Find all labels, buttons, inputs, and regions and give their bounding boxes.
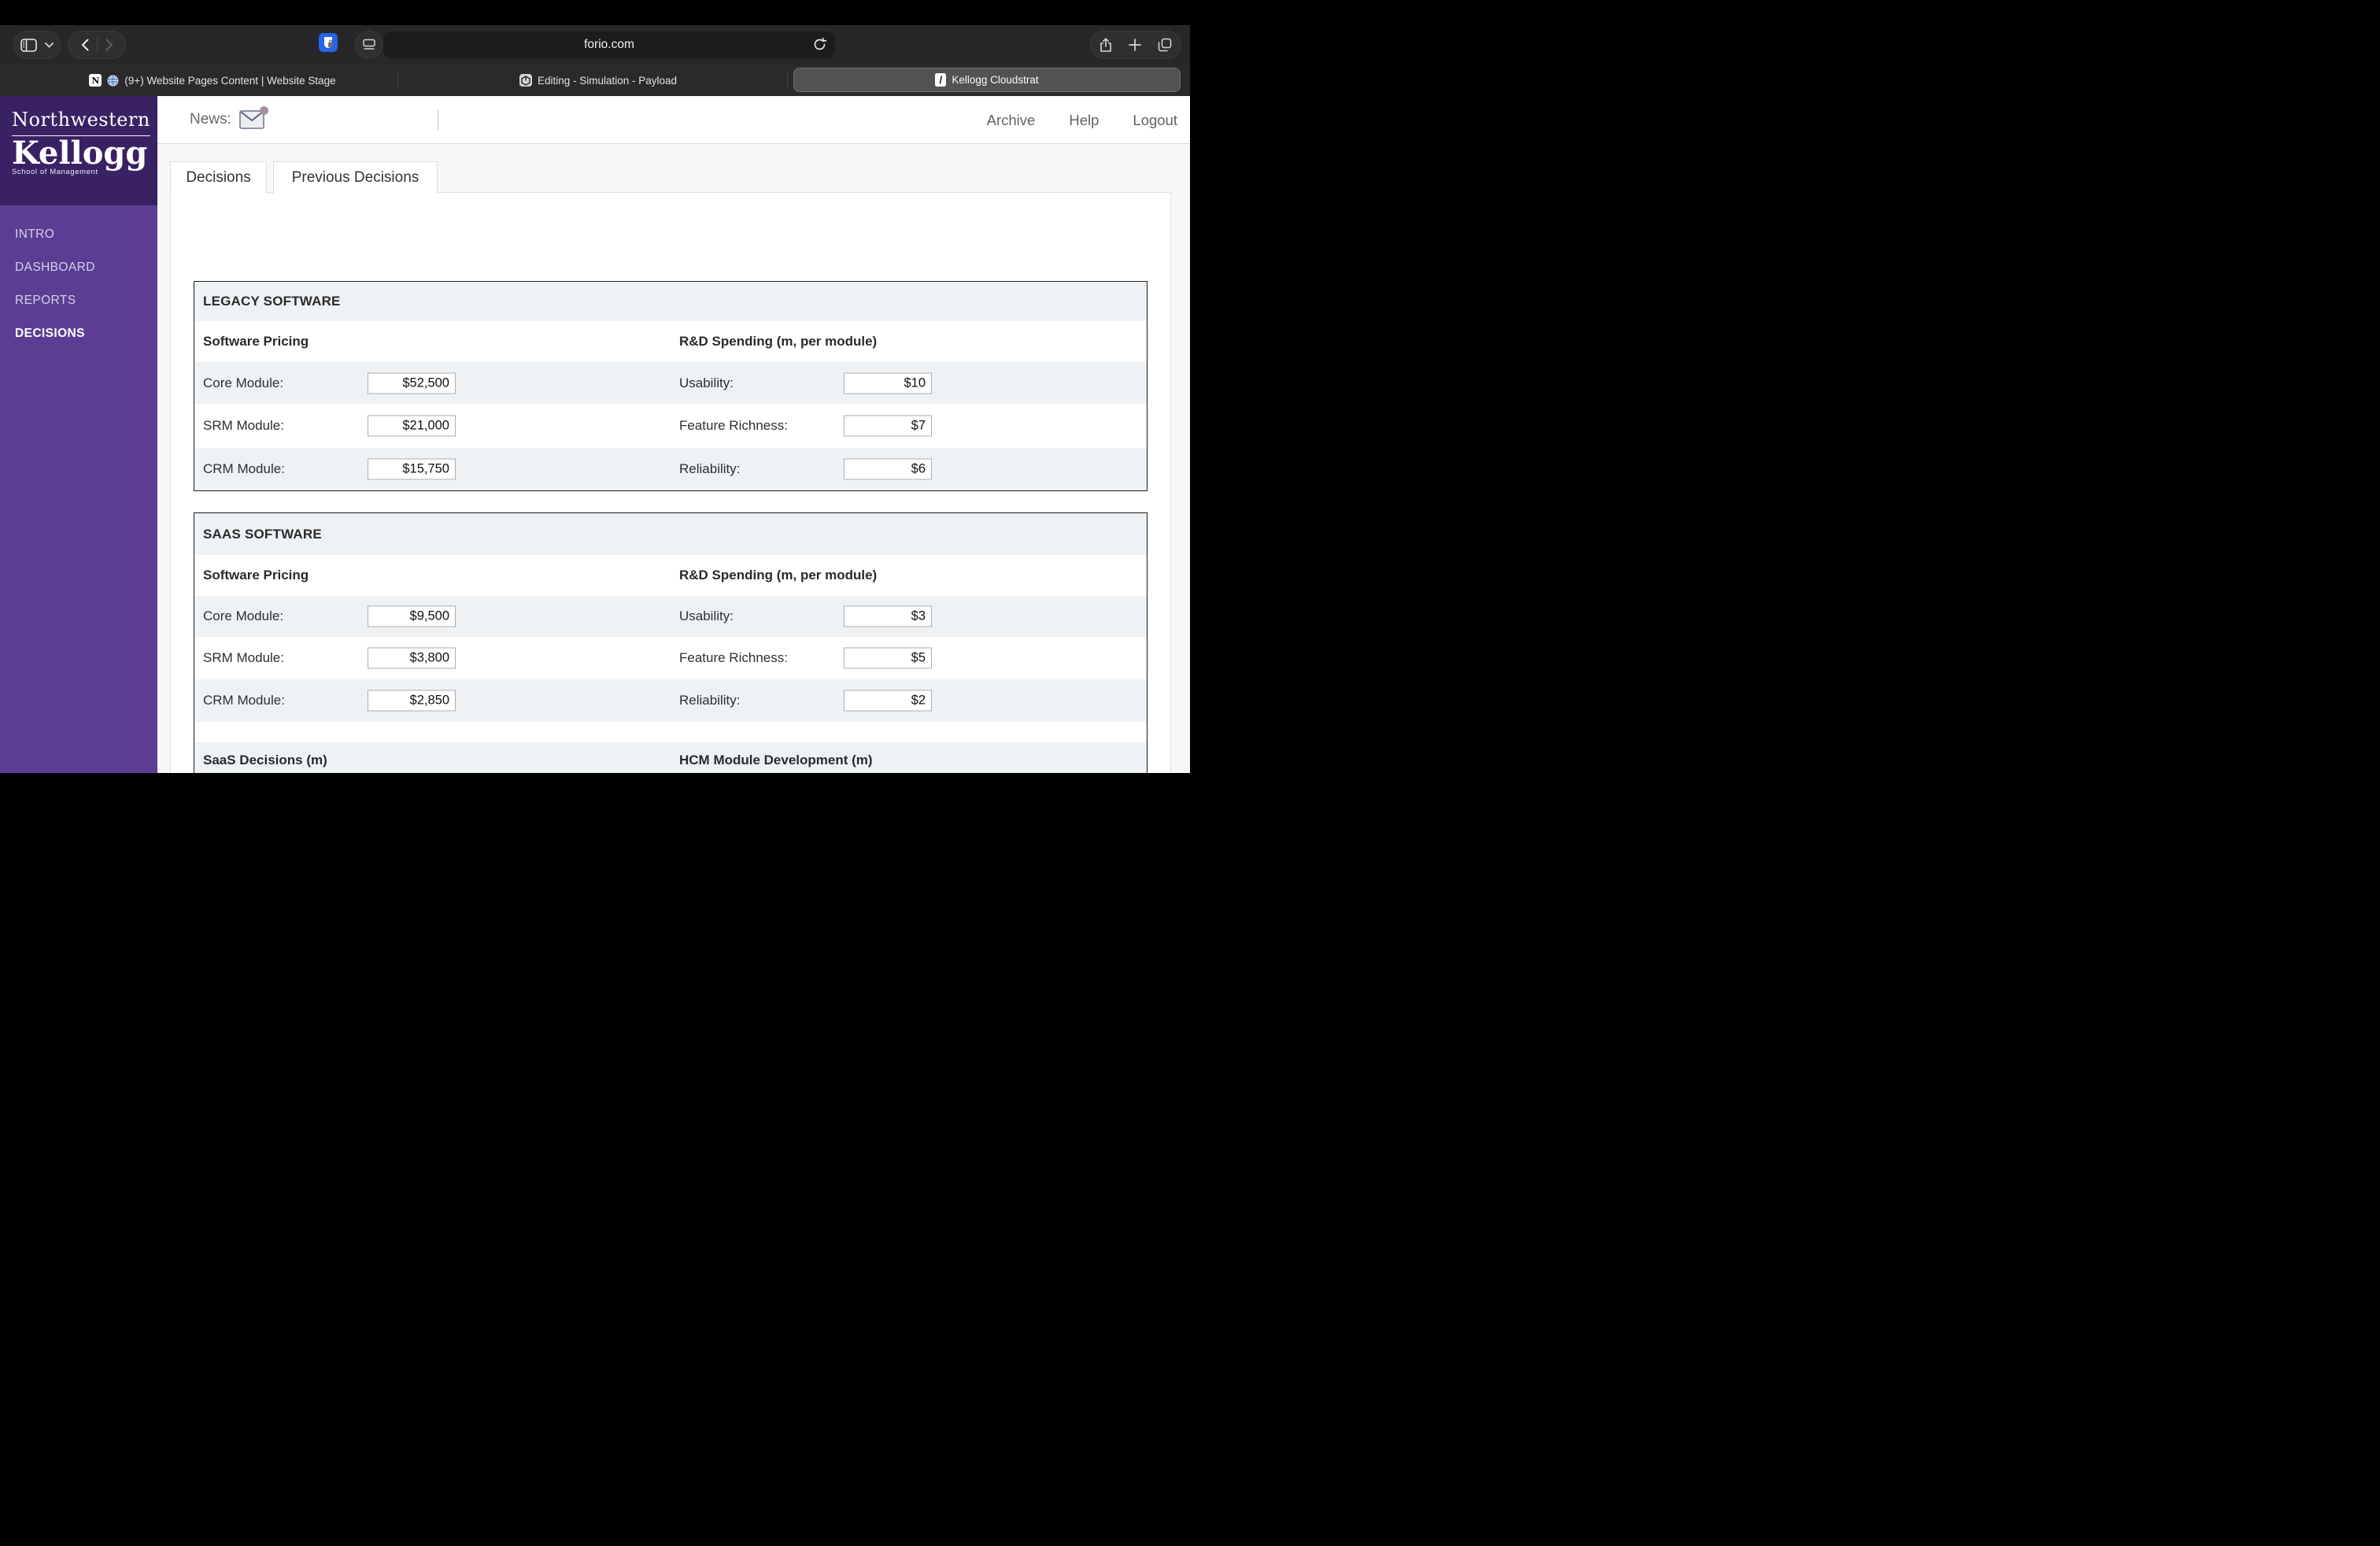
sidebar-item-dashboard[interactable]: DASHBOARD: [0, 251, 157, 284]
reader-mode-button[interactable]: [355, 31, 383, 59]
saas-decisions-header: SaaS Decisions (m): [203, 753, 327, 767]
hexagon-favicon: [519, 74, 532, 87]
legacy-feature-richness-input[interactable]: [844, 415, 932, 437]
sidebar-item-decisions[interactable]: DECISIONS: [0, 317, 157, 350]
legacy-reliability-input[interactable]: [844, 458, 932, 480]
nav-buttons: [68, 31, 126, 59]
panel-title-row: SAAS SOFTWARE: [194, 513, 1147, 555]
row-label: Feature Richness:: [679, 418, 788, 433]
panel-title-row: LEGACY SOFTWARE: [194, 282, 1147, 321]
saas-srm-price-input[interactable]: [368, 647, 456, 669]
row-label: Usability:: [679, 608, 734, 623]
news-unread-badge: [259, 106, 268, 115]
app-header: News: Archive Help Logout: [157, 96, 1190, 144]
browser-tab-1-title: (9+) Website Pages Content | Website Sta…: [124, 74, 336, 87]
news-mail-button[interactable]: [238, 106, 268, 129]
column-header-row: Software Pricing R&D Spending (m, per mo…: [194, 321, 1147, 362]
table-row: CRM Module: Reliability:: [194, 448, 1147, 490]
rd-spending-header: R&D Spending (m, per module): [679, 568, 878, 583]
table-row: SRM Module: Feature Richness:: [194, 404, 1147, 448]
globe-favicon: [107, 75, 119, 87]
password-extension-icon[interactable]: [319, 33, 338, 52]
saas-crm-price-input[interactable]: [368, 690, 456, 712]
news-widget: News:: [190, 106, 268, 129]
legacy-software-panel: LEGACY SOFTWARE Software Pricing R&D Spe…: [194, 281, 1148, 491]
tab-separator: [397, 73, 398, 87]
sidebar-item-intro[interactable]: INTRO: [0, 218, 157, 251]
legacy-panel-title: LEGACY SOFTWARE: [203, 294, 341, 309]
help-link[interactable]: Help: [1069, 112, 1099, 129]
toolbar-right-buttons: [1090, 31, 1181, 59]
software-pricing-header: Software Pricing: [203, 334, 309, 349]
hcm-module-header: HCM Module Development (m): [679, 753, 873, 767]
row-label: Usability:: [679, 375, 734, 390]
new-tab-icon[interactable]: [1129, 39, 1141, 51]
table-row: Core Module: Usability:: [194, 596, 1147, 637]
share-icon[interactable]: [1099, 37, 1112, 53]
logout-link[interactable]: Logout: [1133, 112, 1177, 129]
browser-tab-2[interactable]: Editing - Simulation - Payload: [437, 65, 759, 96]
saas-usability-input[interactable]: [844, 605, 932, 627]
back-button[interactable]: [73, 39, 97, 51]
news-label: News:: [190, 111, 231, 128]
browser-tab-bar: N (9+) Website Pages Content | Website S…: [0, 65, 1190, 96]
legacy-core-price-input[interactable]: [368, 372, 456, 394]
saas-core-price-input[interactable]: [368, 605, 456, 627]
sidebar-toggle-button[interactable]: [13, 31, 61, 59]
legacy-usability-input[interactable]: [844, 372, 932, 394]
forio-favicon: /: [935, 73, 947, 87]
tab-previous-decisions[interactable]: Previous Decisions: [273, 161, 438, 194]
spacer-row: [194, 722, 1147, 742]
address-bar[interactable]: forio.com: [383, 31, 835, 58]
browser-toolbar: forio.com: [0, 25, 1190, 65]
reload-icon[interactable]: [812, 37, 827, 52]
chevron-down-icon: [45, 42, 54, 48]
column-header-row: SaaS Decisions (m) HCM Module Developmen…: [194, 742, 1147, 773]
saas-panel-title: SAAS SOFTWARE: [203, 526, 322, 542]
row-label: Feature Richness:: [679, 650, 788, 665]
row-label: Reliability:: [679, 461, 741, 476]
legacy-srm-price-input[interactable]: [368, 415, 456, 437]
safari-window: forio.com N (9+) Website Pages Content |…: [0, 0, 1190, 773]
table-row: SRM Module: Feature Richness:: [194, 637, 1147, 679]
row-label: SRM Module:: [203, 418, 284, 433]
legacy-crm-price-input[interactable]: [368, 458, 456, 480]
saas-feature-richness-input[interactable]: [844, 647, 932, 669]
archive-link[interactable]: Archive: [987, 112, 1036, 129]
browser-tab-1[interactable]: N (9+) Website Pages Content | Website S…: [47, 65, 378, 96]
kellogg-logo: Northwestern Kellogg School of Managemen…: [0, 96, 157, 205]
rd-spending-header: R&D Spending (m, per module): [679, 334, 878, 349]
forward-button[interactable]: [98, 39, 121, 51]
software-pricing-header: Software Pricing: [203, 568, 309, 583]
notion-favicon: N: [89, 74, 102, 87]
window-top-strip: [0, 0, 1190, 25]
row-label: CRM Module:: [203, 461, 285, 476]
sidebar-item-reports[interactable]: REPORTS: [0, 284, 157, 317]
row-label: Reliability:: [679, 693, 741, 708]
tab-separator: [787, 73, 788, 87]
tab-overview-icon[interactable]: [1158, 38, 1172, 52]
logo-northwestern: Northwestern: [12, 109, 150, 136]
logo-kellogg-wordmark: Kellogg: [12, 135, 148, 172]
row-label: CRM Module:: [203, 693, 285, 708]
row-label: Core Module:: [203, 375, 284, 390]
header-links: Archive Help Logout: [987, 96, 1177, 144]
sidebar-nav: INTRO DASHBOARD REPORTS DECISIONS: [0, 218, 157, 350]
browser-tab-2-title: Editing - Simulation - Payload: [537, 74, 678, 87]
tab-decisions[interactable]: Decisions: [170, 161, 267, 194]
row-label: SRM Module:: [203, 650, 284, 665]
row-label: Core Module:: [203, 608, 284, 623]
app-sidebar: Northwestern Kellogg School of Managemen…: [0, 96, 157, 773]
url-text: forio.com: [584, 38, 634, 51]
table-row: CRM Module: Reliability:: [194, 679, 1147, 722]
table-row: Core Module: Usability:: [194, 362, 1147, 404]
saas-reliability-input[interactable]: [844, 690, 932, 712]
sidebar-toggle-icon: [20, 38, 37, 52]
column-header-row: Software Pricing R&D Spending (m, per mo…: [194, 555, 1147, 596]
browser-tab-active[interactable]: / Kellogg Cloudstrat: [793, 68, 1181, 92]
saas-software-panel: SAAS SOFTWARE Software Pricing R&D Spend…: [194, 512, 1148, 773]
browser-tab-active-title: Kellogg Cloudstrat: [952, 74, 1039, 86]
